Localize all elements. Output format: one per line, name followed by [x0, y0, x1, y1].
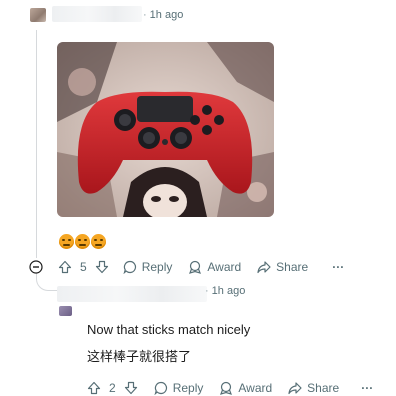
downvote-icon[interactable] [124, 381, 138, 395]
grimace-emoji-icon [59, 234, 74, 249]
share-button[interactable]: Share [257, 260, 308, 274]
username[interactable] [52, 6, 142, 22]
upvote-icon[interactable] [87, 381, 101, 395]
grimace-emoji-icon [75, 234, 90, 249]
reply-timestamp: · 1h ago [205, 285, 246, 297]
more-dots-icon: ··· [332, 260, 345, 274]
downvote-icon[interactable] [95, 260, 109, 274]
controller-photo [57, 42, 274, 217]
reply-text-line-2: 这样棒子就很搭了 [87, 349, 192, 364]
grimace-emoji-icon [91, 234, 106, 249]
thread-connector [36, 272, 57, 291]
upvote-icon[interactable] [58, 260, 72, 274]
vote-group: 5 [58, 260, 109, 274]
vote-count: 5 [80, 260, 87, 274]
award-icon [189, 260, 202, 274]
reply-username[interactable] [57, 286, 207, 302]
collapse-minus-icon[interactable] [29, 260, 43, 274]
reply-more-options-button[interactable]: ··· [361, 381, 373, 395]
reply-award-button[interactable]: Award [219, 381, 272, 395]
award-button[interactable]: Award [188, 260, 241, 274]
reply-bubble-icon [154, 381, 167, 395]
comment-timestamp: · 1h ago [143, 9, 184, 21]
reply-share-button[interactable]: Share [288, 381, 339, 395]
share-arrow-icon [288, 382, 302, 395]
reply-avatar[interactable] [59, 306, 72, 316]
reply-bubble-icon [123, 260, 136, 274]
emoji-reactions [59, 234, 106, 249]
thread-line [36, 30, 37, 258]
reply-text-line-1: Now that sticks match nicely [87, 322, 251, 337]
more-dots-icon: ··· [361, 381, 374, 395]
avatar[interactable] [30, 8, 46, 22]
comment-actions: 5 Reply Award Share ··· [58, 260, 344, 274]
comment-image[interactable] [57, 42, 274, 217]
reply-button[interactable]: Reply [123, 260, 172, 274]
reply-actions: 2 Reply Award Share ··· [87, 381, 373, 395]
award-icon [220, 381, 233, 395]
more-options-button[interactable]: ··· [332, 260, 344, 274]
reply-reply-button[interactable]: Reply [154, 381, 203, 395]
share-arrow-icon [257, 261, 271, 274]
reply-vote-count: 2 [109, 381, 116, 395]
reply-vote-group: 2 [87, 381, 138, 395]
